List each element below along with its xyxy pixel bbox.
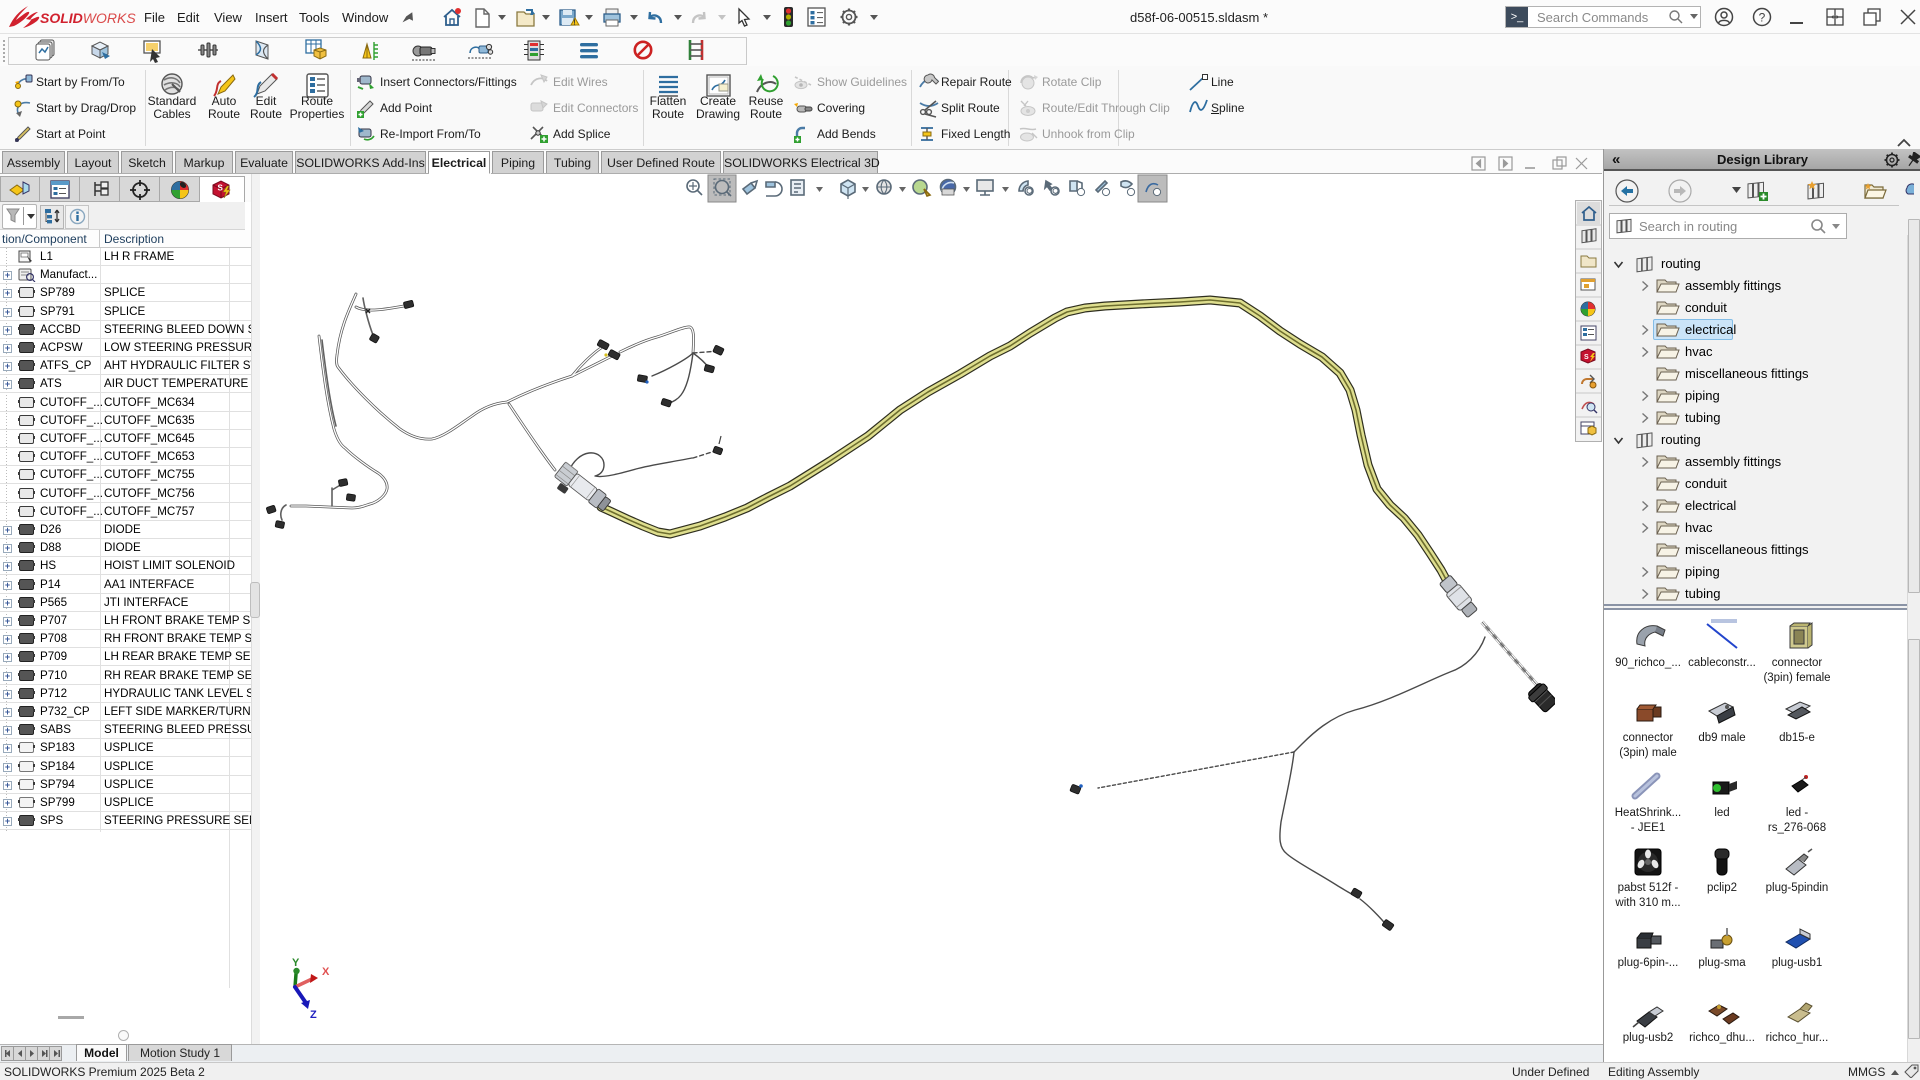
svg-text:!: ! bbox=[573, 20, 575, 27]
svg-text:SOLIDWORKS: SOLIDWORKS bbox=[40, 10, 136, 26]
svg-text:S: S bbox=[1584, 354, 1589, 361]
svg-text:Y: Y bbox=[292, 957, 300, 969]
svg-text:S: S bbox=[218, 184, 224, 193]
svg-text:?: ? bbox=[1759, 11, 1766, 25]
svg-text:Z: Z bbox=[310, 1009, 317, 1021]
svg-text:X: X bbox=[322, 966, 330, 978]
